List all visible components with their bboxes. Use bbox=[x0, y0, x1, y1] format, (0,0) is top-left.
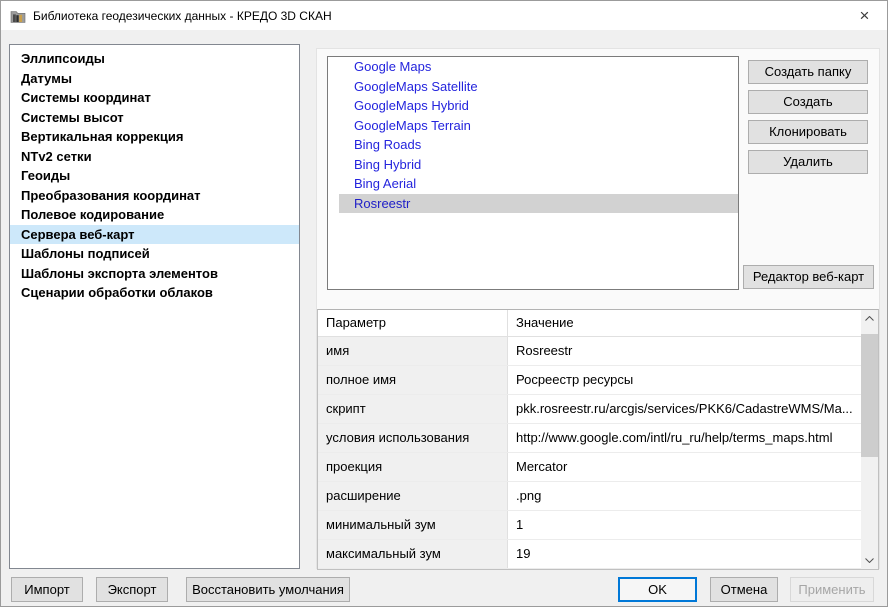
import-button[interactable]: Импорт bbox=[11, 577, 83, 602]
table-row[interactable]: условия использования http://www.google.… bbox=[318, 424, 861, 453]
sidebar-item[interactable]: Системы высот bbox=[10, 108, 299, 128]
scrollbar-up-button[interactable] bbox=[861, 310, 878, 327]
sidebar-item[interactable]: Вертикальная коррекция bbox=[10, 127, 299, 147]
ok-button[interactable]: OK bbox=[618, 577, 697, 602]
value-cell: 19 bbox=[508, 540, 861, 568]
sidebar-item[interactable]: Сервера веб-карт bbox=[10, 225, 299, 245]
table-row[interactable]: полное имя Росреестр ресурсы bbox=[318, 366, 861, 395]
param-header: Параметр bbox=[318, 310, 508, 336]
server-list-item[interactable]: Bing Roads bbox=[339, 135, 738, 155]
server-list-item[interactable]: Google Maps bbox=[339, 57, 738, 77]
table-row[interactable]: минимальный зум 1 bbox=[318, 511, 861, 540]
param-cell: расширение bbox=[318, 482, 508, 510]
value-cell: Mercator bbox=[508, 453, 861, 481]
sidebar-item[interactable]: Полевое кодирование bbox=[10, 205, 299, 225]
param-cell: максимальный зум bbox=[318, 540, 508, 568]
delete-button[interactable]: Удалить bbox=[748, 150, 868, 174]
sidebar-item[interactable]: Шаблоны экспорта элементов bbox=[10, 264, 299, 284]
chevron-down-icon bbox=[865, 558, 874, 563]
apply-button: Применить bbox=[790, 577, 874, 602]
scrollbar-thumb[interactable] bbox=[861, 334, 878, 457]
export-button[interactable]: Экспорт bbox=[96, 577, 168, 602]
value-cell: Rosreestr bbox=[508, 337, 861, 365]
table-row[interactable]: имя Rosreestr bbox=[318, 337, 861, 366]
server-list-item[interactable]: Rosreestr bbox=[339, 194, 738, 214]
sidebar-item[interactable]: Системы координат bbox=[10, 88, 299, 108]
table-header-row: Параметр Значение bbox=[318, 310, 861, 337]
param-cell: скрипт bbox=[318, 395, 508, 423]
param-cell: имя bbox=[318, 337, 508, 365]
sidebar-item[interactable]: NTv2 сетки bbox=[10, 147, 299, 167]
cancel-button[interactable]: Отмена bbox=[710, 577, 778, 602]
sidebar-item[interactable]: Геоиды bbox=[10, 166, 299, 186]
param-cell: проекция bbox=[318, 453, 508, 481]
value-cell: http://www.google.com/intl/ru_ru/help/te… bbox=[508, 424, 861, 452]
server-list-item[interactable]: Bing Aerial bbox=[339, 174, 738, 194]
server-list-item[interactable]: GoogleMaps Satellite bbox=[339, 77, 738, 97]
parameters-table: Параметр Значение имя Rosreestr полное и… bbox=[317, 309, 879, 570]
table-scrollbar[interactable] bbox=[861, 310, 878, 569]
value-cell: 1 bbox=[508, 511, 861, 539]
web-map-servers-panel: Google MapsGoogleMaps SatelliteGoogleMap… bbox=[316, 48, 880, 569]
chevron-up-icon bbox=[865, 316, 874, 321]
table-row[interactable]: скрипт pkk.rosreestr.ru/arcgis/services/… bbox=[318, 395, 861, 424]
param-cell: минимальный зум bbox=[318, 511, 508, 539]
param-cell: полное имя bbox=[318, 366, 508, 394]
sidebar-item[interactable]: Преобразования координат bbox=[10, 186, 299, 206]
table-body: имя Rosreestr полное имя Росреестр ресур… bbox=[318, 337, 878, 570]
library-icon bbox=[10, 8, 26, 24]
clone-button[interactable]: Клонировать bbox=[748, 120, 868, 144]
param-cell: размер тайла bbox=[318, 569, 508, 570]
scrollbar-down-button[interactable] bbox=[861, 552, 878, 569]
server-list[interactable]: Google MapsGoogleMaps SatelliteGoogleMap… bbox=[327, 56, 739, 290]
server-list-item[interactable]: GoogleMaps Terrain bbox=[339, 116, 738, 136]
window-title: Библиотека геодезических данных - КРЕДО … bbox=[33, 9, 332, 23]
close-icon[interactable]: × bbox=[842, 1, 887, 30]
sidebar-item[interactable]: Сценарии обработки облаков bbox=[10, 283, 299, 303]
restore-defaults-button[interactable]: Восстановить умолчания bbox=[186, 577, 350, 602]
table-row[interactable]: размер тайла 256 bbox=[318, 569, 861, 570]
web-map-editor-button[interactable]: Редактор веб-карт bbox=[743, 265, 874, 289]
param-cell: условия использования bbox=[318, 424, 508, 452]
value-cell: 256 bbox=[508, 569, 861, 570]
value-cell: Росреестр ресурсы bbox=[508, 366, 861, 394]
value-header: Значение bbox=[508, 310, 861, 336]
category-list[interactable]: ЭллипсоидыДатумыСистемы координатСистемы… bbox=[9, 44, 300, 569]
value-cell: .png bbox=[508, 482, 861, 510]
create-button[interactable]: Создать bbox=[748, 90, 868, 114]
sidebar-item[interactable]: Датумы bbox=[10, 69, 299, 89]
sidebar-item[interactable]: Шаблоны подписей bbox=[10, 244, 299, 264]
table-row[interactable]: расширение .png bbox=[318, 482, 861, 511]
dialog-window: Библиотека геодезических данных - КРЕДО … bbox=[0, 0, 888, 607]
value-cell: pkk.rosreestr.ru/arcgis/services/PKK6/Ca… bbox=[508, 395, 861, 423]
server-list-item[interactable]: GoogleMaps Hybrid bbox=[339, 96, 738, 116]
title-bar[interactable]: Библиотека геодезических данных - КРЕДО … bbox=[1, 1, 887, 30]
table-row[interactable]: проекция Mercator bbox=[318, 453, 861, 482]
sidebar-item[interactable]: Эллипсоиды bbox=[10, 49, 299, 69]
server-list-item[interactable]: Bing Hybrid bbox=[339, 155, 738, 175]
table-row[interactable]: максимальный зум 19 bbox=[318, 540, 861, 569]
create-folder-button[interactable]: Создать папку bbox=[748, 60, 868, 84]
